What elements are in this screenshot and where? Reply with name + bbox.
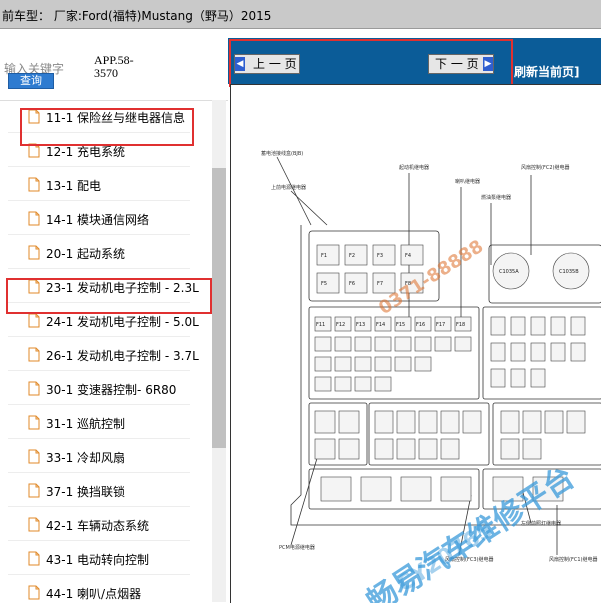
- document-icon: [28, 415, 40, 430]
- refresh-page-link[interactable]: 刷新当前页]: [514, 63, 580, 80]
- tree-item[interactable]: 44-1 喇叭/点烟器: [8, 578, 190, 602]
- relay-label: C1035A: [499, 269, 519, 275]
- document-icon: [28, 551, 40, 566]
- tree-item-label: 14-1 模块通信网络: [46, 213, 150, 227]
- tree-item[interactable]: 13-1 配电: [8, 170, 190, 201]
- document-icon: [28, 245, 40, 260]
- tree-item[interactable]: 33-1 冷却风扇: [8, 442, 190, 473]
- fuse-box-diagram: 蓄电池接线盒(BJB) 上前电源继电器 起动机继电器 喇叭继电器 燃油泵继电器 …: [261, 150, 601, 563]
- relay-label: C1035B: [559, 269, 579, 275]
- tree-item-label: 37-1 换挡联锁: [46, 485, 126, 499]
- tree-item-label: 31-1 巡航控制: [46, 417, 126, 431]
- tree-item[interactable]: 43-1 电动转向控制: [8, 544, 190, 575]
- highlight-box-toolbar: [229, 39, 513, 87]
- fuse-label: F15: [396, 322, 405, 328]
- tree-item-label: 30-1 变速器控制- 6R80: [46, 383, 177, 397]
- label-fan-low2: 风扇控制(FC1)继电器: [549, 556, 597, 563]
- tree-item-label: 43-1 电动转向控制: [46, 553, 150, 567]
- fuse-label: F2: [349, 253, 355, 259]
- label-battery: 蓄电池接线盒(BJB): [261, 150, 303, 157]
- fuse-label: F14: [376, 322, 385, 328]
- highlight-box-engine: [6, 278, 212, 314]
- fuse-label: F17: [436, 322, 445, 328]
- fuse-label: F6: [349, 281, 355, 287]
- tree-item-label: 24-1 发动机电子控制 - 5.0L: [46, 315, 199, 329]
- document-icon: [28, 483, 40, 498]
- document-icon: [28, 211, 40, 226]
- query-button[interactable]: 查询: [8, 73, 54, 89]
- tree-item[interactable]: 31-1 巡航控制: [8, 408, 190, 439]
- fuse-label: F4: [405, 253, 411, 259]
- tree-item-label: 33-1 冷却风扇: [46, 451, 126, 465]
- tree-item[interactable]: 42-1 车辆动态系统: [8, 510, 190, 541]
- label-top-relay: 上前电源继电器: [271, 184, 306, 191]
- fuse-label: F18: [456, 322, 465, 328]
- title-bar: 前车型： 厂家:Ford(福特)Mustang（野马）2015: [0, 0, 601, 29]
- highlight-box-fuse: [20, 108, 194, 146]
- fuse-label: F1: [321, 253, 327, 259]
- document-icon: [28, 517, 40, 532]
- fuse-label: F11: [316, 322, 325, 328]
- tree-item[interactable]: 30-1 变速器控制- 6R80: [8, 374, 190, 405]
- label-starter-relay: 起动机继电器: [399, 164, 429, 171]
- label-pcm-relay: PCM电源继电器: [279, 544, 315, 551]
- window-title: 前车型： 厂家:Ford(福特)Mustang（野马）2015: [2, 9, 272, 23]
- document-icon: [28, 177, 40, 192]
- search-area: 输入关键字 查询 APP.58- 3570: [0, 38, 228, 101]
- label-horn-relay: 喇叭继电器: [455, 178, 480, 185]
- fuse-label: F3: [377, 253, 383, 259]
- tree-item-label: 44-1 喇叭/点烟器: [46, 587, 142, 601]
- label-pump-relay: 燃油泵继电器: [481, 194, 511, 201]
- label-fan-ctrl: 风扇控制(FC2)继电器: [521, 164, 569, 171]
- app-code: APP.58- 3570: [94, 54, 144, 80]
- tree-item-label: 13-1 配电: [46, 179, 102, 193]
- document-viewer[interactable]: 蓄电池接线盒(BJB) 上前电源继电器 起动机继电器 喇叭继电器 燃油泵继电器 …: [230, 84, 601, 603]
- fuse-label: F5: [321, 281, 327, 287]
- tree-item[interactable]: 20-1 起动系统: [8, 238, 190, 269]
- tree-item-label: 42-1 车辆动态系统: [46, 519, 150, 533]
- tree-item-label: 26-1 发动机电子控制 - 3.7L: [46, 349, 199, 363]
- document-icon: [28, 585, 40, 600]
- app-code-line2: 3570: [94, 66, 118, 80]
- fuse-label: F7: [377, 281, 383, 287]
- fuse-label: F16: [416, 322, 425, 328]
- document-icon: [28, 347, 40, 362]
- fuse-label: F12: [336, 322, 345, 328]
- scrollbar-thumb[interactable]: [212, 168, 226, 448]
- tree-item[interactable]: 26-1 发动机电子控制 - 3.7L: [8, 340, 199, 371]
- tree-item-label: 20-1 起动系统: [46, 247, 126, 261]
- left-panel: 输入关键字 查询 APP.58- 3570 11-1 保险丝与继电器信息 12-1…: [0, 38, 228, 602]
- document-icon: [28, 449, 40, 464]
- document-icon: [28, 313, 40, 328]
- tree-item[interactable]: 14-1 模块通信网络: [8, 204, 190, 235]
- tree-item[interactable]: 37-1 换挡联锁: [8, 476, 190, 507]
- fuse-label: F13: [356, 322, 365, 328]
- document-icon: [28, 381, 40, 396]
